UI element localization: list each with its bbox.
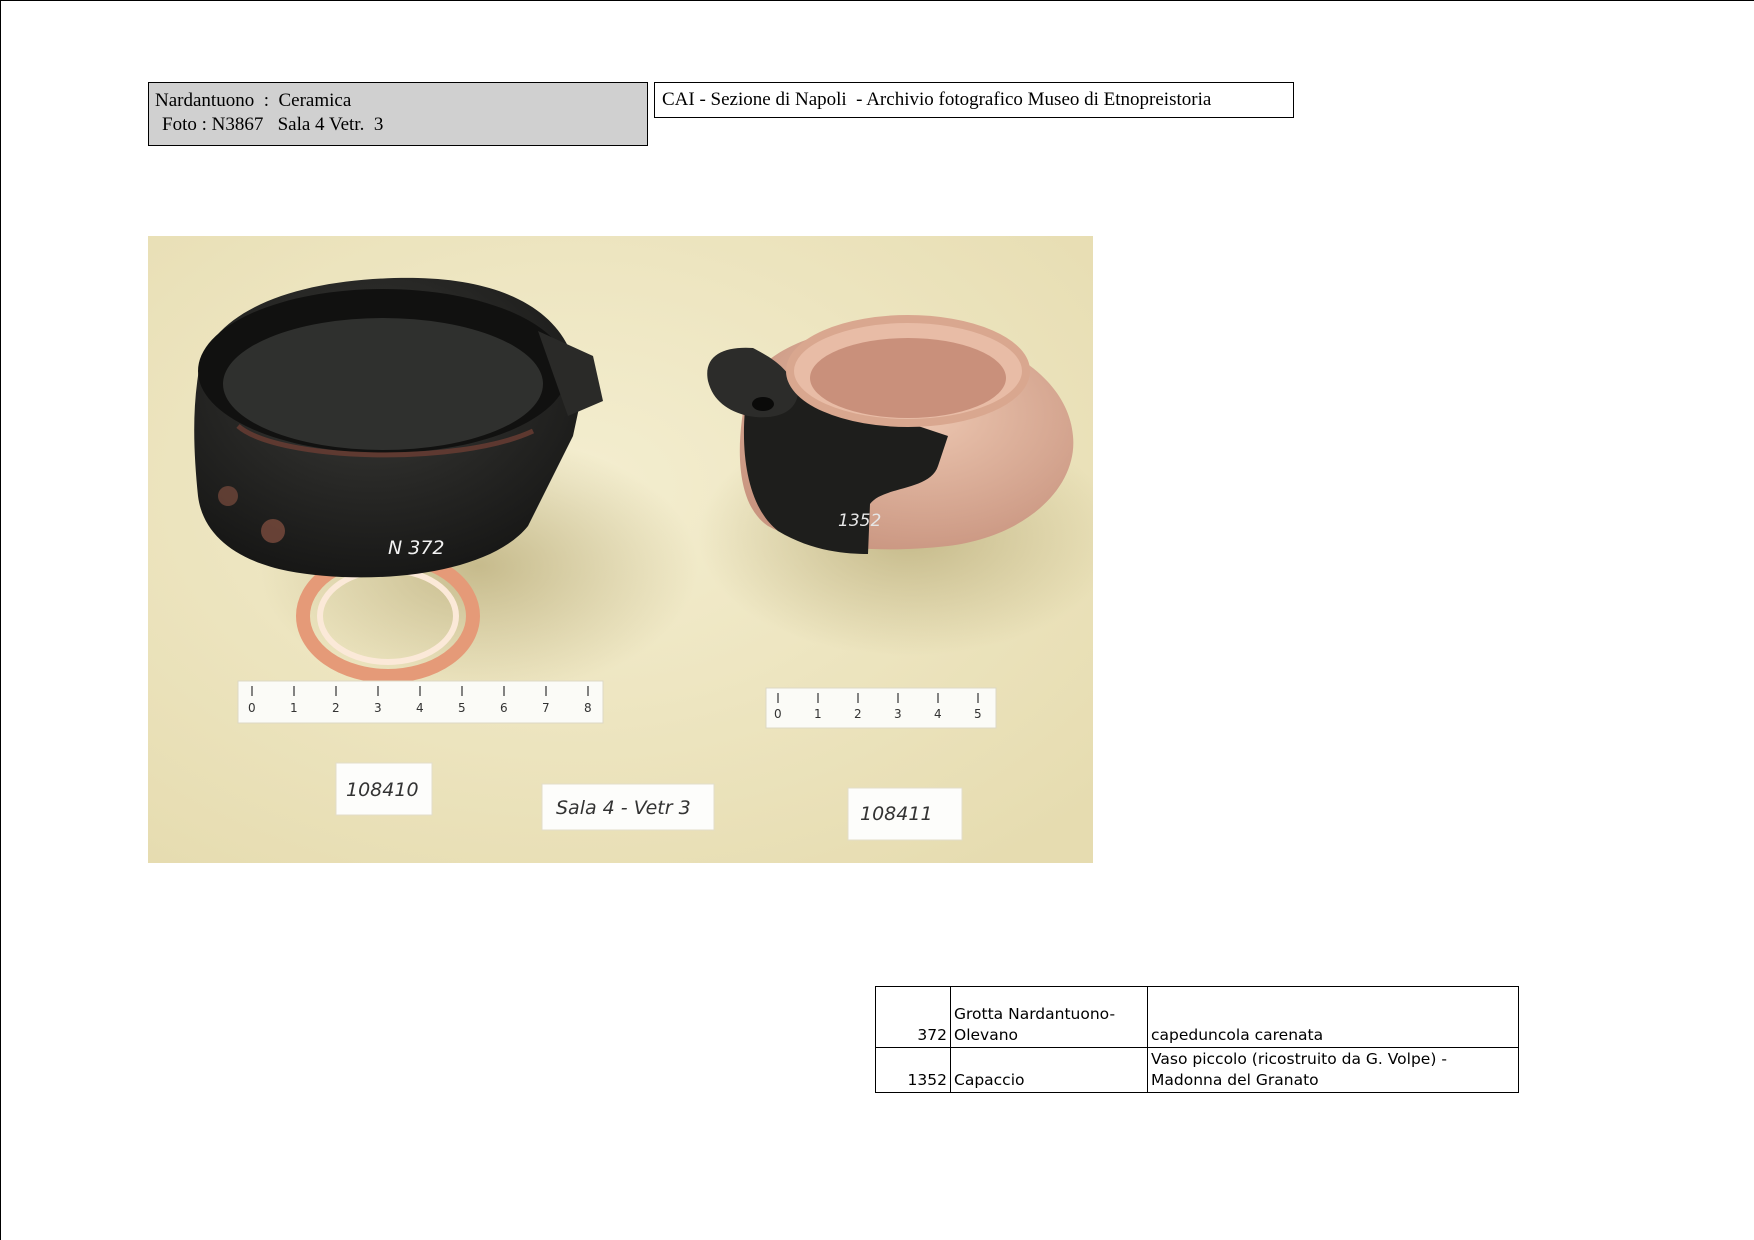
catalog-number: 1352 bbox=[875, 1047, 951, 1093]
left-ruler-tick: 3 bbox=[374, 701, 382, 715]
right-scale-ruler: 0 1 2 3 4 5 bbox=[765, 687, 997, 729]
small-restored-vase: 1352 bbox=[707, 315, 1074, 554]
table-row: 372 Grotta Nardantuono-Olevano capedunco… bbox=[875, 986, 1519, 1048]
left-ruler-tick: 7 bbox=[542, 701, 550, 715]
catalog-table: 372 Grotta Nardantuono-Olevano capedunco… bbox=[875, 986, 1519, 1093]
left-ruler-tick: 1 bbox=[290, 701, 298, 715]
right-ruler-tick: 5 bbox=[974, 707, 982, 721]
title-line-1: Nardantuono : Ceramica bbox=[155, 90, 352, 111]
left-ruler-tick: 8 bbox=[584, 701, 592, 715]
catalog-location: Grotta Nardantuono-Olevano bbox=[950, 986, 1148, 1048]
left-ruler-tick: 2 bbox=[332, 701, 340, 715]
catalog-location: Capaccio bbox=[950, 1047, 1148, 1093]
page-border-top bbox=[0, 0, 1754, 1]
right-ruler-tick: 0 bbox=[774, 707, 782, 721]
left-inventory-number: 108410 bbox=[346, 779, 419, 801]
left-ruler-tick: 5 bbox=[458, 701, 466, 715]
catalog-description: capeduncola carenata bbox=[1147, 986, 1519, 1048]
right-inventory-card: 108411 bbox=[847, 787, 963, 841]
table-row: 1352 Capaccio Vaso piccolo (ricostruito … bbox=[875, 1047, 1519, 1093]
location-card-text: Sala 4 - Vetr 3 bbox=[556, 797, 691, 819]
title-box: Nardantuono : Ceramica Foto : N3867 Sala… bbox=[148, 82, 648, 146]
catalog-description: Vaso piccolo (ricostruito da G. Volpe) -… bbox=[1147, 1047, 1519, 1093]
catalog-number: 372 bbox=[875, 986, 951, 1048]
right-inventory-number: 108411 bbox=[860, 803, 933, 825]
right-ruler-tick: 3 bbox=[894, 707, 902, 721]
left-ruler-tick: 0 bbox=[248, 701, 256, 715]
page-border-left bbox=[0, 0, 1, 1240]
left-ruler-tick: 4 bbox=[416, 701, 424, 715]
left-vessel-mark: N 372 bbox=[388, 537, 445, 559]
left-scale-ruler: 0 1 2 3 4 5 6 7 8 bbox=[237, 680, 604, 724]
location-card: Sala 4 - Vetr 3 bbox=[541, 783, 715, 831]
left-ruler-tick: 6 bbox=[500, 701, 508, 715]
left-inventory-card: 108410 bbox=[335, 762, 433, 816]
right-ruler-tick: 2 bbox=[854, 707, 862, 721]
archive-header: CAI - Sezione di Napoli - Archivio fotog… bbox=[654, 82, 1294, 118]
title-line-2: Foto : N3867 Sala 4 Vetr. 3 bbox=[162, 114, 384, 135]
right-vessel-mark: 1352 bbox=[838, 511, 881, 531]
artifact-photo: N 372 1352 0 1 2 3 4 5 6 7 8 0 1 2 3 4 5… bbox=[148, 236, 1093, 863]
right-ruler-tick: 4 bbox=[934, 707, 942, 721]
right-ruler-tick: 1 bbox=[814, 707, 822, 721]
